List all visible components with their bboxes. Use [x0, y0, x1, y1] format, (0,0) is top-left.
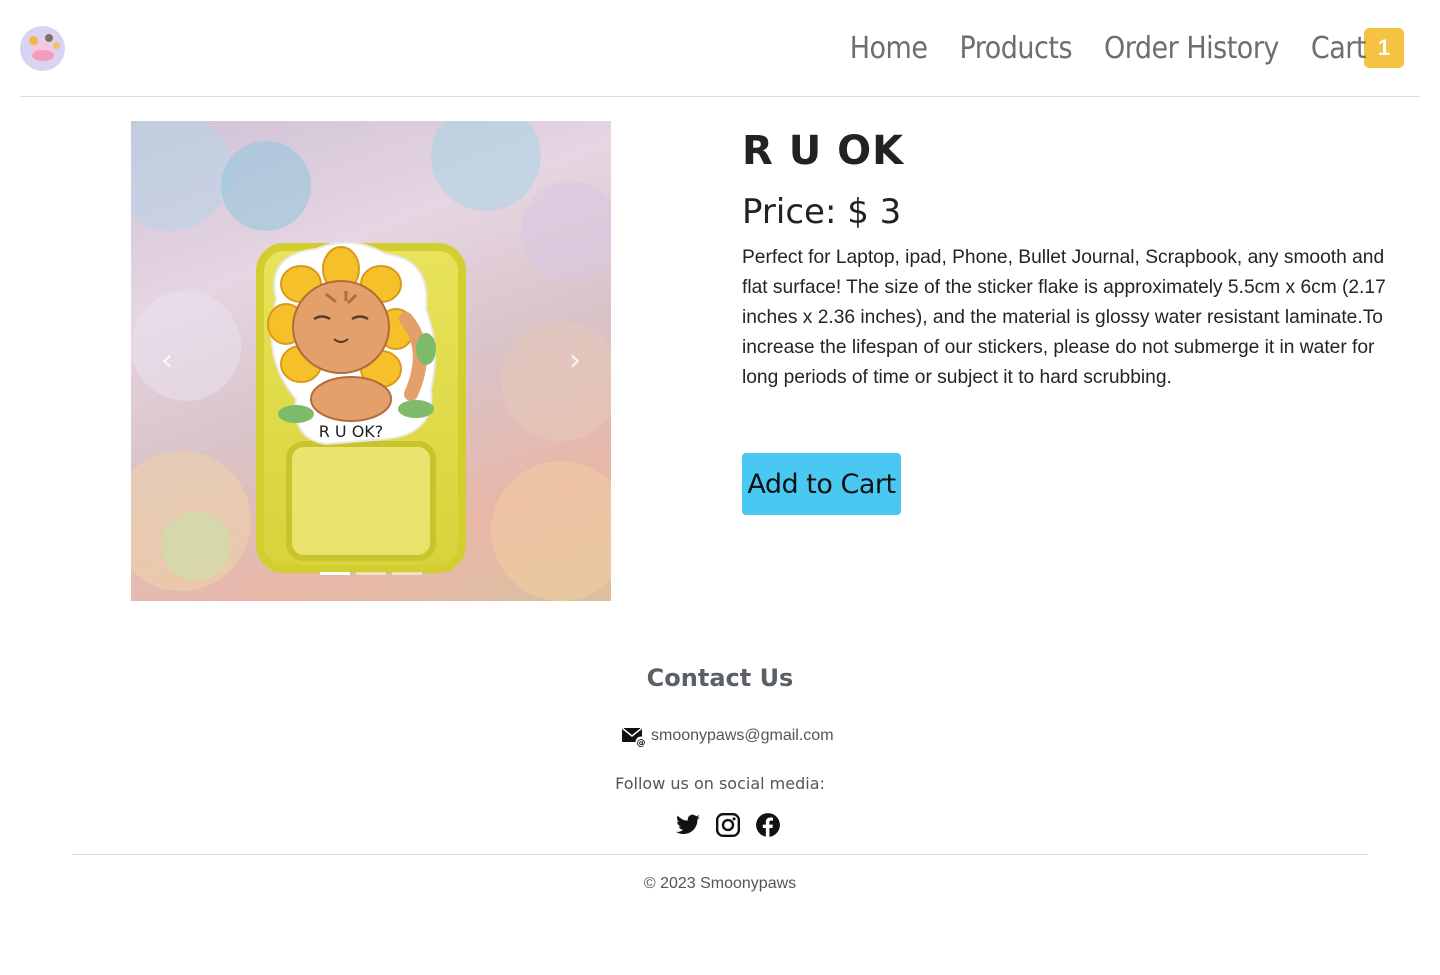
- carousel-next-icon[interactable]: ›: [565, 346, 585, 376]
- price-value: $ 3: [847, 192, 902, 232]
- nav-order-history-link[interactable]: Order History: [1104, 31, 1279, 66]
- carousel-indicator-1[interactable]: [320, 572, 350, 575]
- product-price: Price: $ 3: [742, 192, 901, 232]
- svg-text:@: @: [637, 739, 646, 749]
- facebook-icon[interactable]: [755, 812, 781, 838]
- footer-divider: [72, 854, 1368, 855]
- contact-title: Contact Us: [646, 664, 794, 692]
- twitter-icon[interactable]: [675, 812, 701, 838]
- sticker-image: R U OK?: [267, 241, 436, 446]
- carousel-indicators: [320, 572, 428, 575]
- nav-home-link[interactable]: Home: [850, 31, 928, 66]
- cart-link[interactable]: Cart 1: [1311, 28, 1404, 68]
- nav-links: Home Products Order History Cart 1: [818, 28, 1404, 68]
- carousel-indicator-3[interactable]: [392, 572, 422, 575]
- email-link[interactable]: smoonypaws@gmail.com: [651, 727, 834, 745]
- social-links: [675, 812, 795, 838]
- product-title: R U OK: [742, 128, 905, 174]
- email-icon: @: [621, 727, 647, 749]
- copyright-text: © 2023 Smoonypaws: [643, 875, 797, 892]
- sticker-text: R U OK?: [319, 422, 384, 441]
- carousel-prev-icon[interactable]: ‹: [157, 346, 177, 376]
- email-row: @ smoonypaws@gmail.com: [621, 724, 834, 748]
- nav-cart-label[interactable]: Cart: [1311, 31, 1367, 66]
- cart-count-badge: 1: [1364, 28, 1404, 68]
- instagram-icon[interactable]: [715, 812, 741, 838]
- navbar: Home Products Order History Cart 1: [20, 0, 1420, 97]
- nav-products-link[interactable]: Products: [959, 31, 1072, 66]
- product-image-carousel: R U OK? ‹ ›: [131, 121, 611, 601]
- logo-icon[interactable]: [20, 26, 65, 71]
- add-to-cart-button[interactable]: Add to Cart: [742, 453, 901, 515]
- follow-text: Follow us on social media:: [615, 774, 825, 793]
- product-description: Perfect for Laptop, ipad, Phone, Bullet …: [742, 247, 1386, 388]
- price-label: Price:: [742, 192, 837, 232]
- carousel-indicator-2[interactable]: [356, 572, 386, 575]
